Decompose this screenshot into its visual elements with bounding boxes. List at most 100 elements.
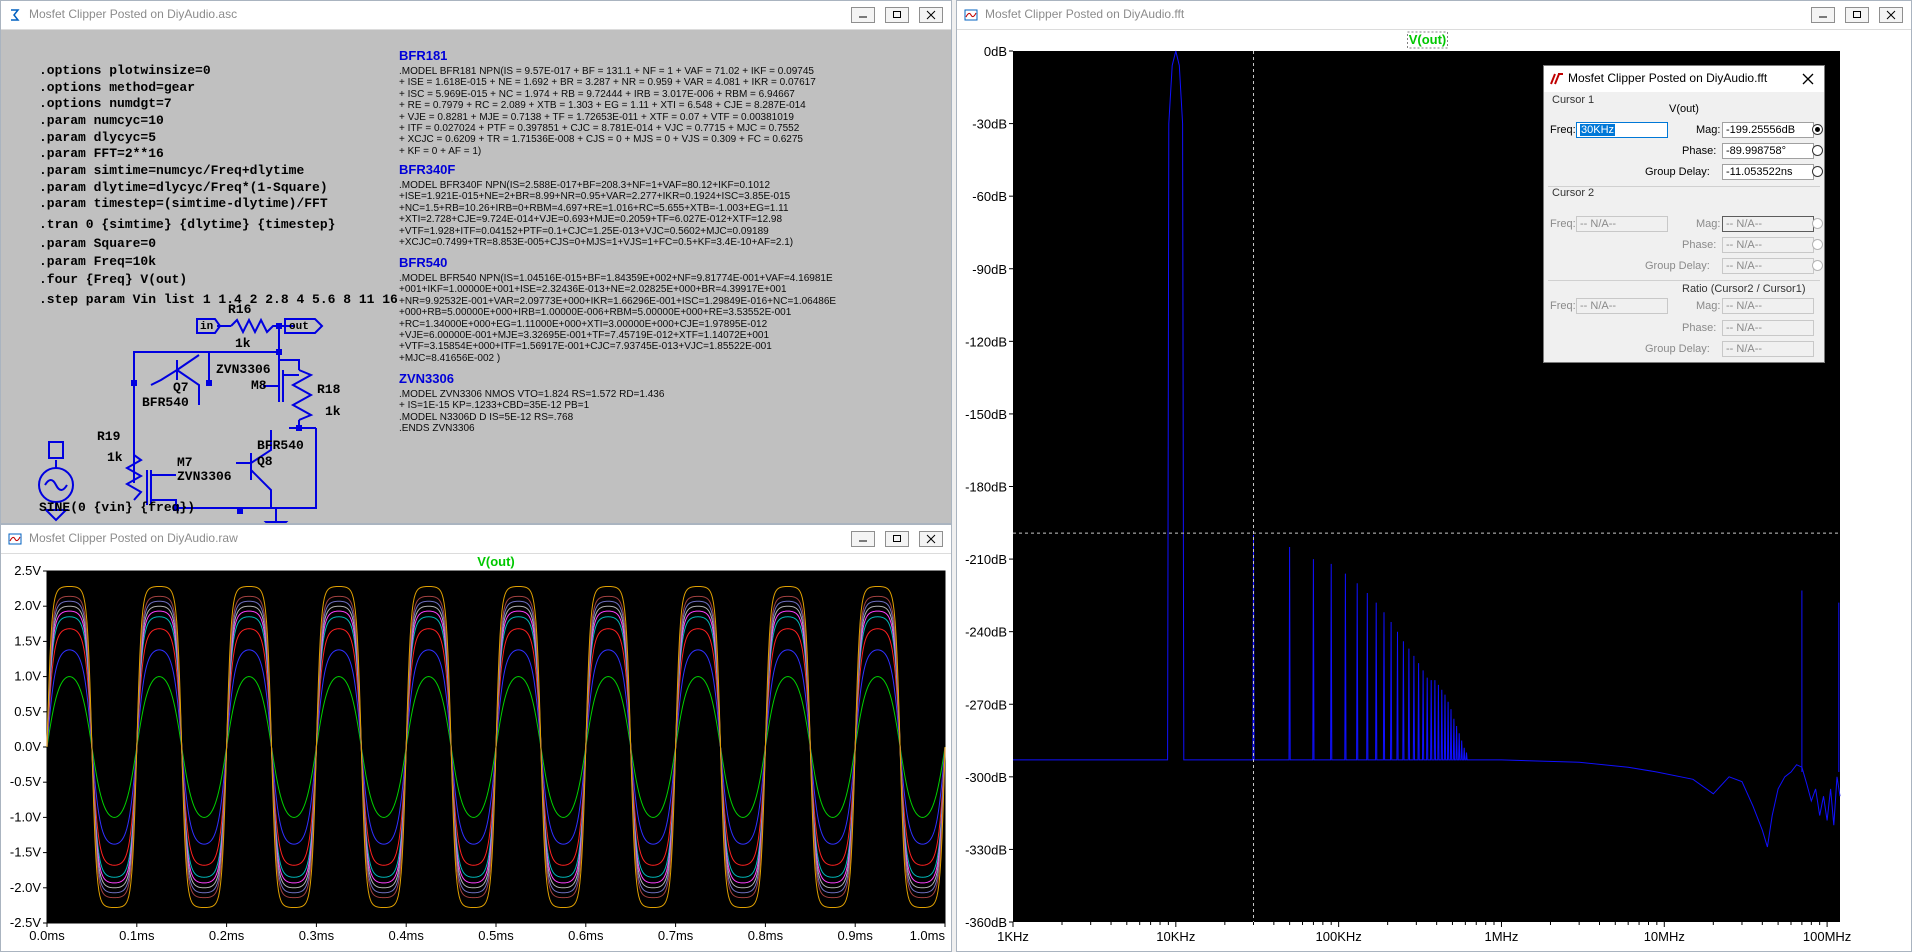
waveform-window[interactable]: Mosfet Clipper Posted on DiyAudio.raw 2.… [0,524,952,952]
x-tick-label: 0.9ms [837,928,873,943]
waveform-title: Mosfet Clipper Posted on DiyAudio.raw [29,531,238,545]
cursor-dialog-titlebar[interactable]: Mosfet Clipper Posted on DiyAudio.fft [1544,66,1824,92]
schematic-window[interactable]: Mosfet Clipper Posted on DiyAudio.asc .o… [0,0,952,524]
x-tick-label: 100MHz [1803,929,1851,944]
m7-model-label: ZVN3306 [177,469,232,484]
waveform-icon [8,533,22,545]
x-tick-label: 0.8ms [748,928,784,943]
minimize-button[interactable] [851,7,875,23]
close-button[interactable] [919,7,943,23]
cursor2-mag-value: -- N/A-- [1722,216,1814,232]
cursor1-groupdelay-value: -11.053522ns [1722,164,1814,180]
m8-label: M8 [251,378,267,393]
y-tick-label: 1.0V [14,669,41,684]
cursor1-groupdelay-label: Group Delay: [1645,166,1710,178]
maximize-button[interactable] [1845,7,1869,23]
y-tick-label: -270dB [965,697,1007,712]
cursor1-freq-label: Freq: [1550,124,1576,136]
y-tick-label: -360dB [965,915,1007,930]
ratio-mag-value: -- N/A-- [1722,298,1814,314]
ratio-group-label: Ratio (Cursor2 / Cursor1) [1682,283,1806,295]
r16-label: R16 [228,302,252,317]
minimize-icon [859,16,867,18]
cursor1-phase-radio[interactable] [1812,145,1823,156]
maximize-icon [893,11,901,18]
x-tick-label: 1KHz [997,929,1029,944]
y-tick-label: 2.0V [14,598,41,613]
waveform-icon [964,9,978,21]
minimize-button[interactable] [1811,7,1835,23]
cursor1-trace-name: V(out) [1669,103,1699,115]
y-tick-label: -150dB [965,407,1007,422]
x-tick-label: 1MHz [1484,929,1518,944]
close-icon[interactable] [1802,73,1814,85]
cursor2-phase-label: Phase: [1682,239,1717,251]
y-tick-label: 0.5V [14,704,41,719]
cursor1-mag-label: Mag: [1696,124,1721,136]
maximize-icon [893,535,901,542]
close-icon [926,10,936,20]
q8-model-label: BFR540 [257,438,304,453]
cursor2-freq-input[interactable]: -- N/A-- [1576,216,1668,232]
cursor1-mag-value: -199.25556dB [1722,122,1814,138]
close-button[interactable] [1879,7,1903,23]
circuit-diagram [38,317,324,523]
minimize-button[interactable] [851,531,875,547]
maximize-button[interactable] [885,531,909,547]
x-tick-label: 0.4ms [388,928,424,943]
cursor1-mag-radio[interactable] [1812,124,1823,135]
y-tick-label: -330dB [965,842,1007,857]
schematic-title: Mosfet Clipper Posted on DiyAudio.asc [29,7,238,21]
fft-title: Mosfet Clipper Posted on DiyAudio.fft [985,7,1185,21]
minimize-icon [859,540,867,542]
y-tick-label: 1.5V [14,633,41,648]
x-tick-label: 0.6ms [568,928,604,943]
fft-titlebar[interactable]: Mosfet Clipper Posted on DiyAudio.fft [957,1,1911,30]
source-spec-label: SINE(0 {vin} {freq}) [39,500,196,515]
waveform-titlebar[interactable]: Mosfet Clipper Posted on DiyAudio.raw [1,525,951,554]
in-net-flag: in [200,321,214,333]
separator [1548,280,1820,281]
x-tick-label: 0.0ms [29,928,65,943]
waveform-plot[interactable]: 2.5V 2.0V 1.5V 1.0V 0.5V 0.0V -0.5V -1.0V -1.5V -… [1,554,951,952]
trace-label: V(out) [1409,32,1447,47]
cursor2-groupdelay-label: Group Delay: [1645,260,1710,272]
y-tick-label: -90dB [972,262,1007,277]
y-tick-label: -1.5V [10,845,41,860]
cursor-dialog[interactable]: Mosfet Clipper Posted on DiyAudio.fft Cu… [1543,65,1825,363]
cursor2-groupdelay-value: -- N/A-- [1722,258,1814,274]
y-tick-label: -180dB [965,480,1007,495]
cursor1-phase-value: -89.998758° [1722,143,1814,159]
cursor1-freq-input[interactable]: 30KHz [1576,122,1668,138]
m7-label: M7 [177,455,193,470]
cursor2-phase-value: -- N/A-- [1722,237,1814,253]
schematic-canvas[interactable]: .options plotwinsize=0 .options method=ge… [1,30,951,523]
schematic-titlebar[interactable]: Mosfet Clipper Posted on DiyAudio.asc [1,1,951,30]
cursor2-group-label: Cursor 2 [1552,187,1595,199]
close-button[interactable] [919,531,943,547]
cursor1-phase-label: Phase: [1682,145,1717,157]
q8-label: Q8 [257,454,273,469]
x-tick-label: 0.1ms [119,928,155,943]
cursor2-mag-radio[interactable] [1812,218,1823,229]
y-tick-label: -0.5V [10,774,41,789]
minimize-icon [1819,16,1827,18]
ratio-groupdelay-value: -- N/A-- [1722,341,1814,357]
cursor1-groupdelay-radio[interactable] [1812,166,1823,177]
cursor2-phase-radio[interactable] [1812,239,1823,250]
ratio-groupdelay-label: Group Delay: [1645,343,1710,355]
y-tick-label: -210dB [965,552,1007,567]
fft-window[interactable]: Mosfet Clipper Posted on DiyAudio.fft 0d… [956,0,1912,952]
r18-label: R18 [317,382,341,397]
maximize-button[interactable] [885,7,909,23]
r19-label: R19 [97,429,121,444]
x-tick-label: 0.3ms [299,928,335,943]
y-tick-label: -240dB [965,625,1007,640]
r19-value: 1k [107,450,123,465]
y-tick-label: -2.0V [10,880,41,895]
y-tick-label: -300dB [965,770,1007,785]
y-tick-label: -120dB [965,334,1007,349]
ratio-freq-value: -- N/A-- [1576,298,1668,314]
y-tick-label: 0.0V [14,739,41,754]
cursor2-groupdelay-radio[interactable] [1812,260,1823,271]
